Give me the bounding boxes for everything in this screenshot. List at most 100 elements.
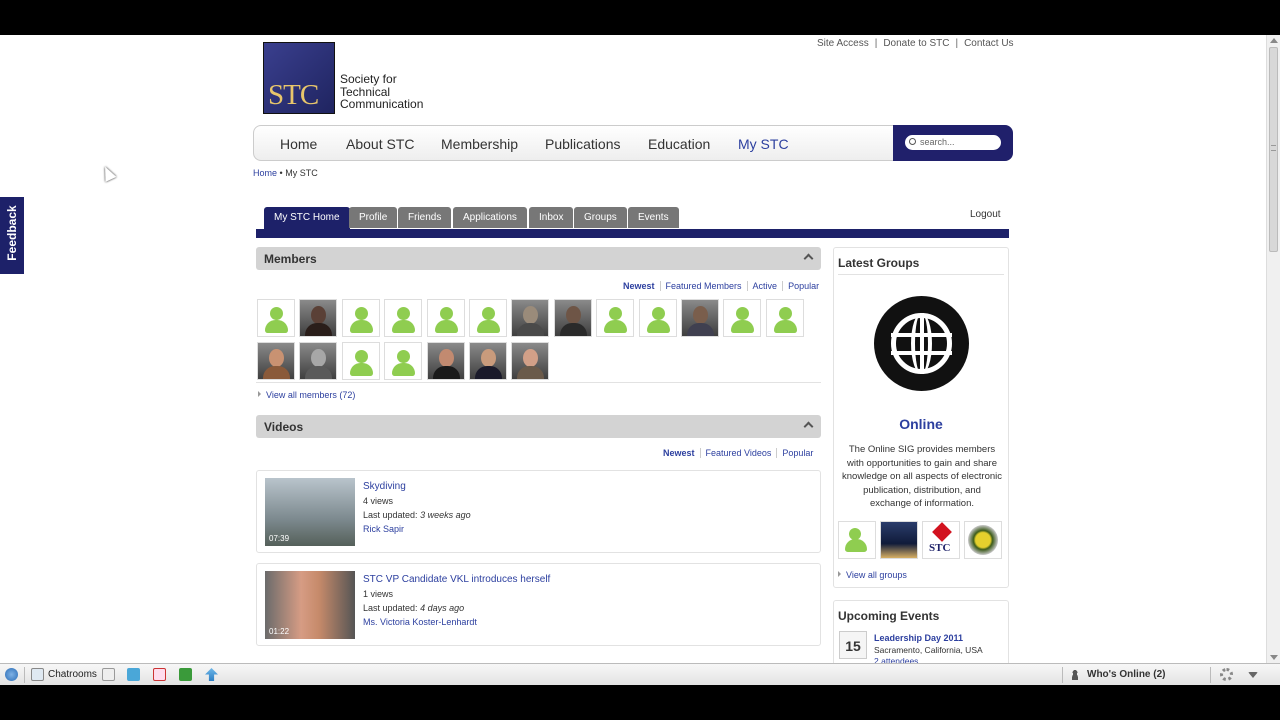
stc-logo[interactable]: STC bbox=[263, 42, 335, 114]
tab-applications[interactable]: Applications bbox=[453, 207, 527, 228]
member-avatar[interactable] bbox=[384, 342, 423, 380]
video-thumbnail[interactable]: 01:22 bbox=[265, 571, 355, 639]
nav-publications[interactable]: Publications bbox=[545, 136, 621, 152]
video-author-link[interactable]: Rick Sapir bbox=[363, 522, 471, 536]
video-thumbnail[interactable]: 07:39 bbox=[265, 478, 355, 546]
mouse-cursor bbox=[99, 164, 117, 182]
search-area: search... bbox=[893, 125, 1013, 161]
event-date: 15 bbox=[839, 631, 867, 659]
donate-link[interactable]: Donate to STC bbox=[883, 38, 949, 49]
nav-about-stc[interactable]: About STC bbox=[346, 136, 414, 152]
tab-my-stc-home[interactable]: My STC Home bbox=[264, 207, 350, 230]
nav-home[interactable]: Home bbox=[280, 136, 317, 152]
video-title-link[interactable]: Skydiving bbox=[363, 480, 471, 494]
main-nav: Home About STC Membership Publications E… bbox=[253, 125, 894, 161]
videos-header: Videos bbox=[256, 415, 821, 438]
scroll-up-icon[interactable] bbox=[1270, 38, 1278, 43]
flag-icon[interactable] bbox=[153, 668, 166, 681]
user-icon bbox=[1070, 669, 1080, 680]
member-avatar[interactable] bbox=[469, 342, 507, 380]
group-thumbnail[interactable]: STC bbox=[922, 521, 960, 559]
group-description: The Online SIG provides members with opp… bbox=[842, 444, 1003, 509]
member-avatar[interactable] bbox=[257, 342, 295, 380]
filter-popular[interactable]: Popular bbox=[782, 281, 825, 291]
scrollbar[interactable] bbox=[1266, 35, 1280, 663]
member-avatar[interactable] bbox=[426, 299, 465, 337]
upload-icon[interactable] bbox=[205, 668, 218, 681]
latest-groups-box: Latest Groups Online The Online SIG prov… bbox=[833, 247, 1009, 588]
twitter-icon[interactable] bbox=[127, 668, 140, 681]
contact-us-link[interactable]: Contact Us bbox=[964, 38, 1013, 49]
scroll-down-icon[interactable] bbox=[1270, 655, 1278, 660]
search-icon bbox=[909, 138, 916, 145]
tab-inbox[interactable]: Inbox bbox=[529, 207, 574, 228]
chatrooms-icon[interactable] bbox=[31, 668, 44, 681]
globe-icon[interactable] bbox=[5, 668, 18, 681]
group-name-link[interactable]: Online bbox=[834, 416, 1008, 432]
tab-events[interactable]: Events bbox=[628, 207, 679, 228]
member-avatar[interactable] bbox=[765, 299, 804, 337]
filter-newest[interactable]: Newest bbox=[658, 448, 700, 458]
collapse-icon[interactable] bbox=[803, 421, 814, 432]
chatrooms-button[interactable]: Chatrooms bbox=[48, 669, 97, 680]
logo-text[interactable]: Society for Technical Communication bbox=[340, 73, 423, 111]
member-avatar[interactable] bbox=[723, 299, 762, 337]
nav-membership[interactable]: Membership bbox=[441, 136, 518, 152]
globe-icon[interactable] bbox=[874, 296, 969, 391]
nav-education[interactable]: Education bbox=[648, 136, 710, 152]
view-all-groups-link[interactable]: View all groups bbox=[838, 570, 907, 580]
chevron-down-icon[interactable] bbox=[1248, 672, 1258, 678]
event-location: Sacramento, California, USA bbox=[874, 645, 983, 655]
video-item: 07:39 Skydiving 4 views Last updated: 3 … bbox=[256, 470, 821, 553]
video-title-link[interactable]: STC VP Candidate VKL introduces herself bbox=[363, 573, 550, 587]
browser-viewport: Site Access | Donate to STC | Contact Us STC… bbox=[0, 35, 1280, 685]
top-links: Site Access | Donate to STC | Contact Us bbox=[817, 38, 1014, 49]
members-filters: Newest Featured Members Active Popular bbox=[618, 281, 825, 291]
member-avatar[interactable] bbox=[384, 299, 423, 337]
tab-groups[interactable]: Groups bbox=[574, 207, 627, 228]
tab-profile[interactable]: Profile bbox=[349, 207, 398, 228]
tab-underline-bar bbox=[256, 229, 1009, 238]
group-thumbnail[interactable] bbox=[880, 521, 918, 559]
nav-my-stc[interactable]: My STC bbox=[738, 136, 789, 152]
collapse-icon[interactable] bbox=[803, 253, 814, 264]
member-avatar[interactable] bbox=[426, 342, 465, 380]
filter-newest[interactable]: Newest bbox=[618, 281, 660, 291]
filter-popular[interactable]: Popular bbox=[776, 448, 819, 458]
video-author-link[interactable]: Ms. Victoria Koster-Lenhardt bbox=[363, 615, 550, 629]
breadcrumb-home[interactable]: Home bbox=[253, 168, 277, 178]
breadcrumb-current: My STC bbox=[285, 168, 318, 178]
video-item: 01:22 STC VP Candidate VKL introduces he… bbox=[256, 563, 821, 646]
filter-active[interactable]: Active bbox=[746, 281, 783, 291]
member-avatar[interactable] bbox=[596, 299, 635, 337]
feedback-tab[interactable]: Feedback bbox=[0, 197, 24, 274]
members-header: Members bbox=[256, 247, 821, 270]
member-avatar[interactable] bbox=[553, 299, 592, 337]
share-icon[interactable] bbox=[179, 668, 192, 681]
group-thumbnail[interactable] bbox=[838, 521, 876, 559]
window-icon[interactable] bbox=[102, 668, 115, 681]
logout-link[interactable]: Logout bbox=[970, 209, 1001, 220]
search-input[interactable]: search... bbox=[905, 135, 1001, 150]
member-avatar[interactable] bbox=[341, 299, 380, 337]
member-avatar[interactable] bbox=[341, 342, 380, 380]
view-all-members-link[interactable]: View all members (72) bbox=[258, 390, 355, 400]
tab-friends[interactable]: Friends bbox=[398, 207, 452, 228]
member-avatar[interactable] bbox=[257, 299, 295, 337]
gear-icon[interactable] bbox=[1220, 668, 1233, 681]
member-avatar[interactable] bbox=[681, 299, 719, 337]
member-avatar[interactable] bbox=[299, 299, 338, 337]
site-access-link[interactable]: Site Access bbox=[817, 38, 869, 49]
upcoming-events-box: Upcoming Events 15 Leadership Day 2011 S… bbox=[833, 600, 1009, 670]
member-avatar[interactable] bbox=[511, 342, 550, 380]
member-avatar[interactable] bbox=[299, 342, 338, 380]
filter-featured-videos[interactable]: Featured Videos bbox=[699, 448, 777, 458]
member-avatar[interactable] bbox=[638, 299, 677, 337]
group-thumbnail[interactable] bbox=[964, 521, 1002, 559]
event-title-link[interactable]: Leadership Day 2011 bbox=[874, 633, 963, 643]
divider bbox=[256, 382, 821, 383]
whos-online-button[interactable]: Who's Online (2) bbox=[1087, 669, 1166, 680]
filter-featured-members[interactable]: Featured Members bbox=[659, 281, 747, 291]
member-avatar[interactable] bbox=[511, 299, 550, 337]
member-avatar[interactable] bbox=[469, 299, 507, 337]
